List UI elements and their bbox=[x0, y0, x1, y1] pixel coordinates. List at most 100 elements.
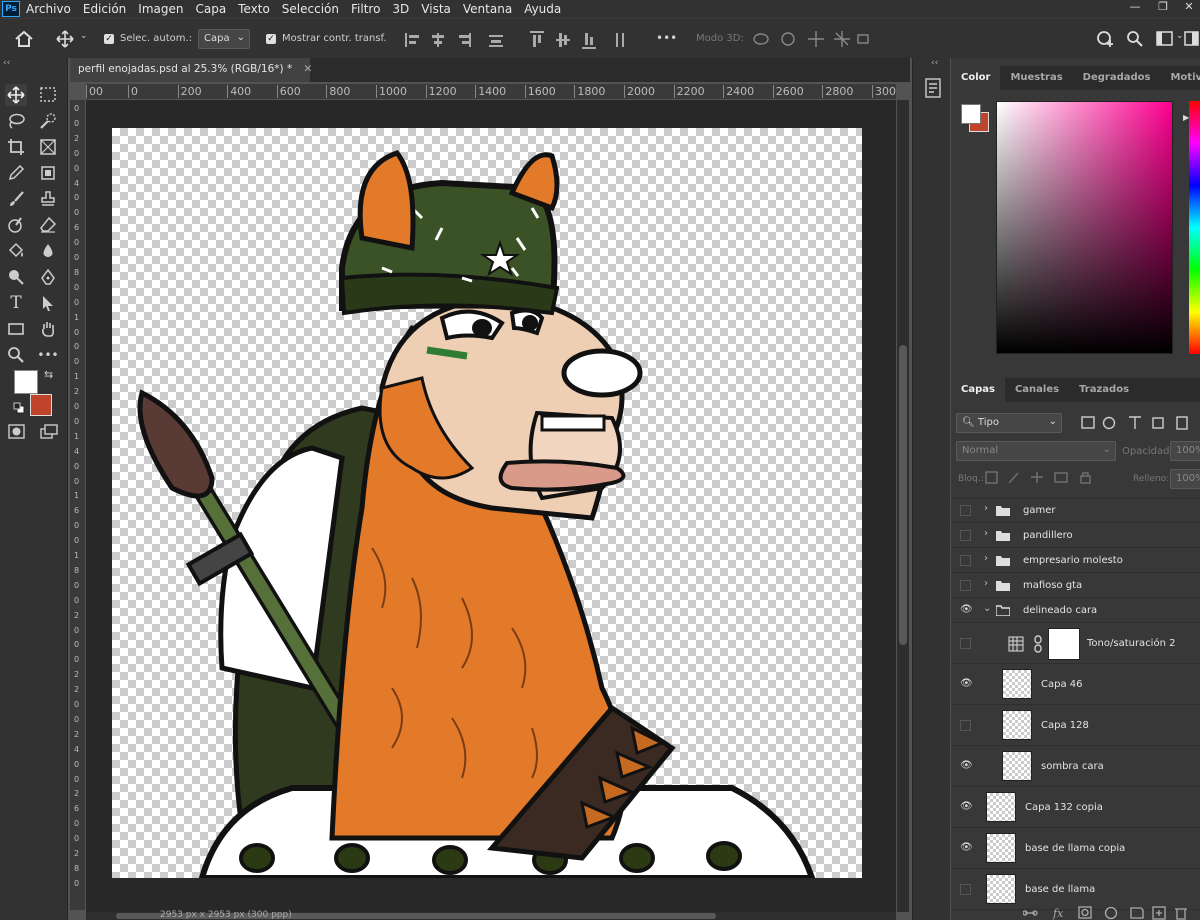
vertical-scroll-thumb[interactable] bbox=[899, 345, 907, 645]
blur-tool[interactable] bbox=[37, 240, 59, 262]
workspace-icon[interactable] bbox=[1156, 31, 1174, 47]
layer-mask-thumbnail[interactable] bbox=[1048, 628, 1080, 660]
eye-icon[interactable]: 👁︎ bbox=[960, 604, 973, 616]
link-icon[interactable] bbox=[1033, 635, 1043, 653]
fill-input[interactable]: 100% bbox=[1170, 469, 1200, 489]
eye-icon[interactable]: 👁︎ bbox=[960, 760, 973, 772]
layer-row[interactable]: › pandillero bbox=[951, 524, 1200, 548]
layer-row[interactable]: 👁︎ Capa 132 copia bbox=[951, 788, 1200, 828]
quick-selection-tool[interactable] bbox=[37, 110, 59, 132]
zoom-tool[interactable] bbox=[5, 344, 27, 366]
document-tab[interactable]: perfil enojadas.psd al 25.3% (RGB/16*) *… bbox=[70, 58, 313, 82]
visibility-toggle[interactable] bbox=[960, 638, 971, 649]
eye-icon[interactable]: 👁︎ bbox=[960, 842, 973, 854]
lock-icons[interactable] bbox=[985, 471, 1095, 485]
tab-muestras[interactable]: Muestras bbox=[1000, 66, 1072, 90]
align-icons[interactable] bbox=[405, 31, 505, 49]
opacity-input[interactable]: 100% bbox=[1170, 441, 1200, 461]
crop-tool[interactable] bbox=[5, 136, 27, 158]
collapse-icon[interactable]: ‹‹ bbox=[3, 58, 10, 68]
layer-actions-icons[interactable]: fx bbox=[1023, 906, 1193, 920]
rectangle-tool[interactable] bbox=[5, 318, 27, 340]
artboard[interactable] bbox=[112, 128, 862, 878]
eye-icon[interactable]: 👁︎ bbox=[960, 801, 973, 813]
history-brush-tool[interactable] bbox=[5, 214, 27, 236]
chevron-right-icon[interactable]: › bbox=[984, 578, 988, 589]
panel-toggle-icon[interactable] bbox=[1184, 31, 1200, 47]
visibility-toggle[interactable] bbox=[960, 720, 971, 731]
default-colors-icon[interactable] bbox=[13, 402, 25, 414]
eyedropper-tool[interactable] bbox=[5, 162, 27, 184]
tab-trazados[interactable]: Trazados bbox=[1069, 378, 1139, 402]
hue-slider[interactable] bbox=[1189, 101, 1200, 354]
auto-select-checkbox[interactable]: ✓ bbox=[104, 34, 114, 44]
share-icon[interactable] bbox=[1096, 30, 1116, 48]
frame-tool[interactable] bbox=[37, 136, 59, 158]
chevron-right-icon[interactable]: › bbox=[984, 503, 988, 514]
layer-row[interactable]: base de llama bbox=[951, 870, 1200, 910]
menu-seleccion[interactable]: Selección bbox=[282, 2, 339, 16]
type-tool[interactable]: T bbox=[5, 292, 27, 314]
stamp-tool[interactable] bbox=[37, 188, 59, 210]
auto-select-dropdown[interactable]: Capa ⌄ bbox=[198, 29, 250, 49]
tab-color[interactable]: Color bbox=[951, 66, 1001, 90]
menu-filtro[interactable]: Filtro bbox=[351, 2, 380, 16]
layer-row[interactable]: › mafioso gta bbox=[951, 574, 1200, 598]
screen-mode-icon[interactable] bbox=[40, 424, 58, 440]
show-transform-checkbox[interactable]: ✓ bbox=[266, 34, 276, 44]
tab-capas[interactable]: Capas bbox=[951, 378, 1005, 402]
color-field[interactable] bbox=[996, 101, 1173, 354]
menu-vista[interactable]: Vista bbox=[421, 2, 451, 16]
brush-tool[interactable] bbox=[5, 188, 27, 210]
minimize-button[interactable]: — bbox=[1124, 0, 1146, 14]
menu-imagen[interactable]: Imagen bbox=[138, 2, 183, 16]
quick-mask-icon[interactable] bbox=[8, 424, 26, 440]
visibility-toggle[interactable] bbox=[960, 505, 971, 516]
chevron-down-icon[interactable]: ⌄ bbox=[1176, 31, 1184, 41]
layer-filter-icons[interactable] bbox=[1081, 415, 1199, 431]
tab-degradados[interactable]: Degradados bbox=[1073, 66, 1161, 90]
paint-bucket-tool[interactable] bbox=[5, 240, 27, 262]
layer-row[interactable]: 👁︎ Capa 46 bbox=[951, 665, 1200, 705]
more-options-button[interactable]: ••• bbox=[656, 31, 677, 45]
chevron-right-icon[interactable]: › bbox=[984, 553, 988, 564]
blend-mode-dropdown[interactable]: Normal ⌄ bbox=[956, 441, 1116, 461]
close-button[interactable]: ✕ bbox=[1178, 0, 1200, 14]
visibility-toggle[interactable] bbox=[960, 884, 971, 895]
layer-row[interactable]: 👁︎ ⌄ delineado cara bbox=[951, 599, 1200, 623]
menu-ayuda[interactable]: Ayuda bbox=[524, 2, 561, 16]
layer-row[interactable]: 👁︎ sombra cara bbox=[951, 747, 1200, 787]
layer-row[interactable]: 👁︎ base de llama copia bbox=[951, 829, 1200, 869]
canvas-area[interactable] bbox=[86, 100, 896, 912]
tab-motivos[interactable]: Motivos bbox=[1160, 66, 1200, 90]
chevron-down-icon[interactable]: ⌄ bbox=[983, 603, 991, 614]
visibility-toggle[interactable] bbox=[960, 580, 971, 591]
visibility-toggle[interactable] bbox=[960, 530, 971, 541]
vertical-scrollbar[interactable] bbox=[897, 100, 909, 912]
home-icon[interactable] bbox=[14, 30, 34, 48]
move-tool-icon[interactable] bbox=[56, 30, 74, 48]
menu-texto[interactable]: Texto bbox=[238, 2, 270, 16]
background-color-swatch[interactable] bbox=[30, 394, 52, 416]
chevron-down-icon[interactable]: ⌄ bbox=[80, 31, 88, 41]
layer-row[interactable]: Tono/saturación 2 bbox=[951, 624, 1200, 664]
menu-capa[interactable]: Capa bbox=[195, 2, 226, 16]
chevron-right-icon[interactable]: › bbox=[984, 528, 988, 539]
close-icon[interactable]: ✕ bbox=[304, 63, 313, 75]
layer-filter-dropdown[interactable]: 🔍︎ Tipo ⌄ bbox=[956, 413, 1062, 433]
move-tool[interactable] bbox=[5, 84, 27, 106]
search-icon[interactable] bbox=[1126, 30, 1144, 48]
more-tools-button[interactable]: ••• bbox=[37, 344, 59, 366]
menu-ventana[interactable]: Ventana bbox=[463, 2, 512, 16]
dodge-tool[interactable] bbox=[5, 266, 27, 288]
history-icon[interactable] bbox=[925, 78, 941, 98]
swap-colors-icon[interactable]: ⇆ bbox=[44, 368, 53, 381]
menu-3d[interactable]: 3D bbox=[392, 2, 409, 16]
foreground-color-swatch[interactable] bbox=[14, 370, 38, 394]
object-select-tool[interactable] bbox=[37, 162, 59, 184]
restore-button[interactable]: ❐ bbox=[1152, 0, 1174, 14]
marquee-tool[interactable] bbox=[37, 84, 59, 106]
tab-canales[interactable]: Canales bbox=[1005, 378, 1069, 402]
path-select-tool[interactable] bbox=[37, 292, 59, 314]
panel-foreground-swatch[interactable] bbox=[961, 104, 981, 124]
